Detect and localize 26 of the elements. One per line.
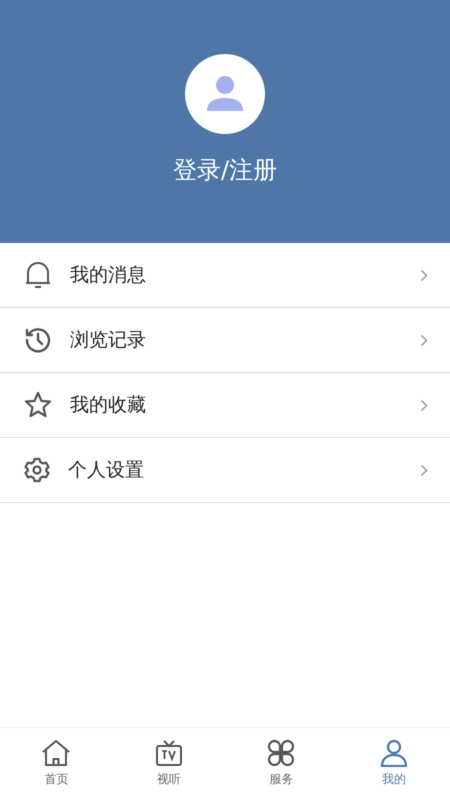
user-icon[interactable] xyxy=(380,739,408,767)
menu-label: 个人设置 xyxy=(68,458,145,483)
chevron-icon xyxy=(420,268,428,282)
clover-icon[interactable] xyxy=(267,739,296,767)
menu-item[interactable]: 我的消息 xyxy=(0,243,450,308)
nav-tab[interactable]: 视听 xyxy=(112,728,225,800)
chevron-icon xyxy=(420,334,428,346)
home-icon[interactable] xyxy=(41,739,72,767)
star-icon xyxy=(24,391,52,419)
chevron-icon xyxy=(420,398,428,412)
menu-label: 浏览记录 xyxy=(70,328,147,353)
tv-icon[interactable] xyxy=(154,739,183,767)
nav-tab[interactable]: 服务 xyxy=(225,728,338,800)
settings-icon xyxy=(24,457,50,483)
history-icon xyxy=(24,326,52,354)
menu-label: 我的消息 xyxy=(70,263,147,288)
bell-icon xyxy=(24,260,52,290)
menu-item[interactable]: 浏览记录 xyxy=(0,308,450,373)
menu-label: 我的收藏 xyxy=(70,393,147,418)
login-link[interactable]: 登录/注册 xyxy=(172,154,278,186)
menu-item[interactable]: 我的收藏 xyxy=(0,373,450,438)
nav-tab[interactable]: 首页 xyxy=(0,728,112,800)
person-icon xyxy=(206,75,244,113)
chevron-icon xyxy=(420,464,428,476)
menu-item[interactable]: 个人设置 xyxy=(0,438,450,503)
nav-tab[interactable]: 我的 xyxy=(338,728,450,800)
